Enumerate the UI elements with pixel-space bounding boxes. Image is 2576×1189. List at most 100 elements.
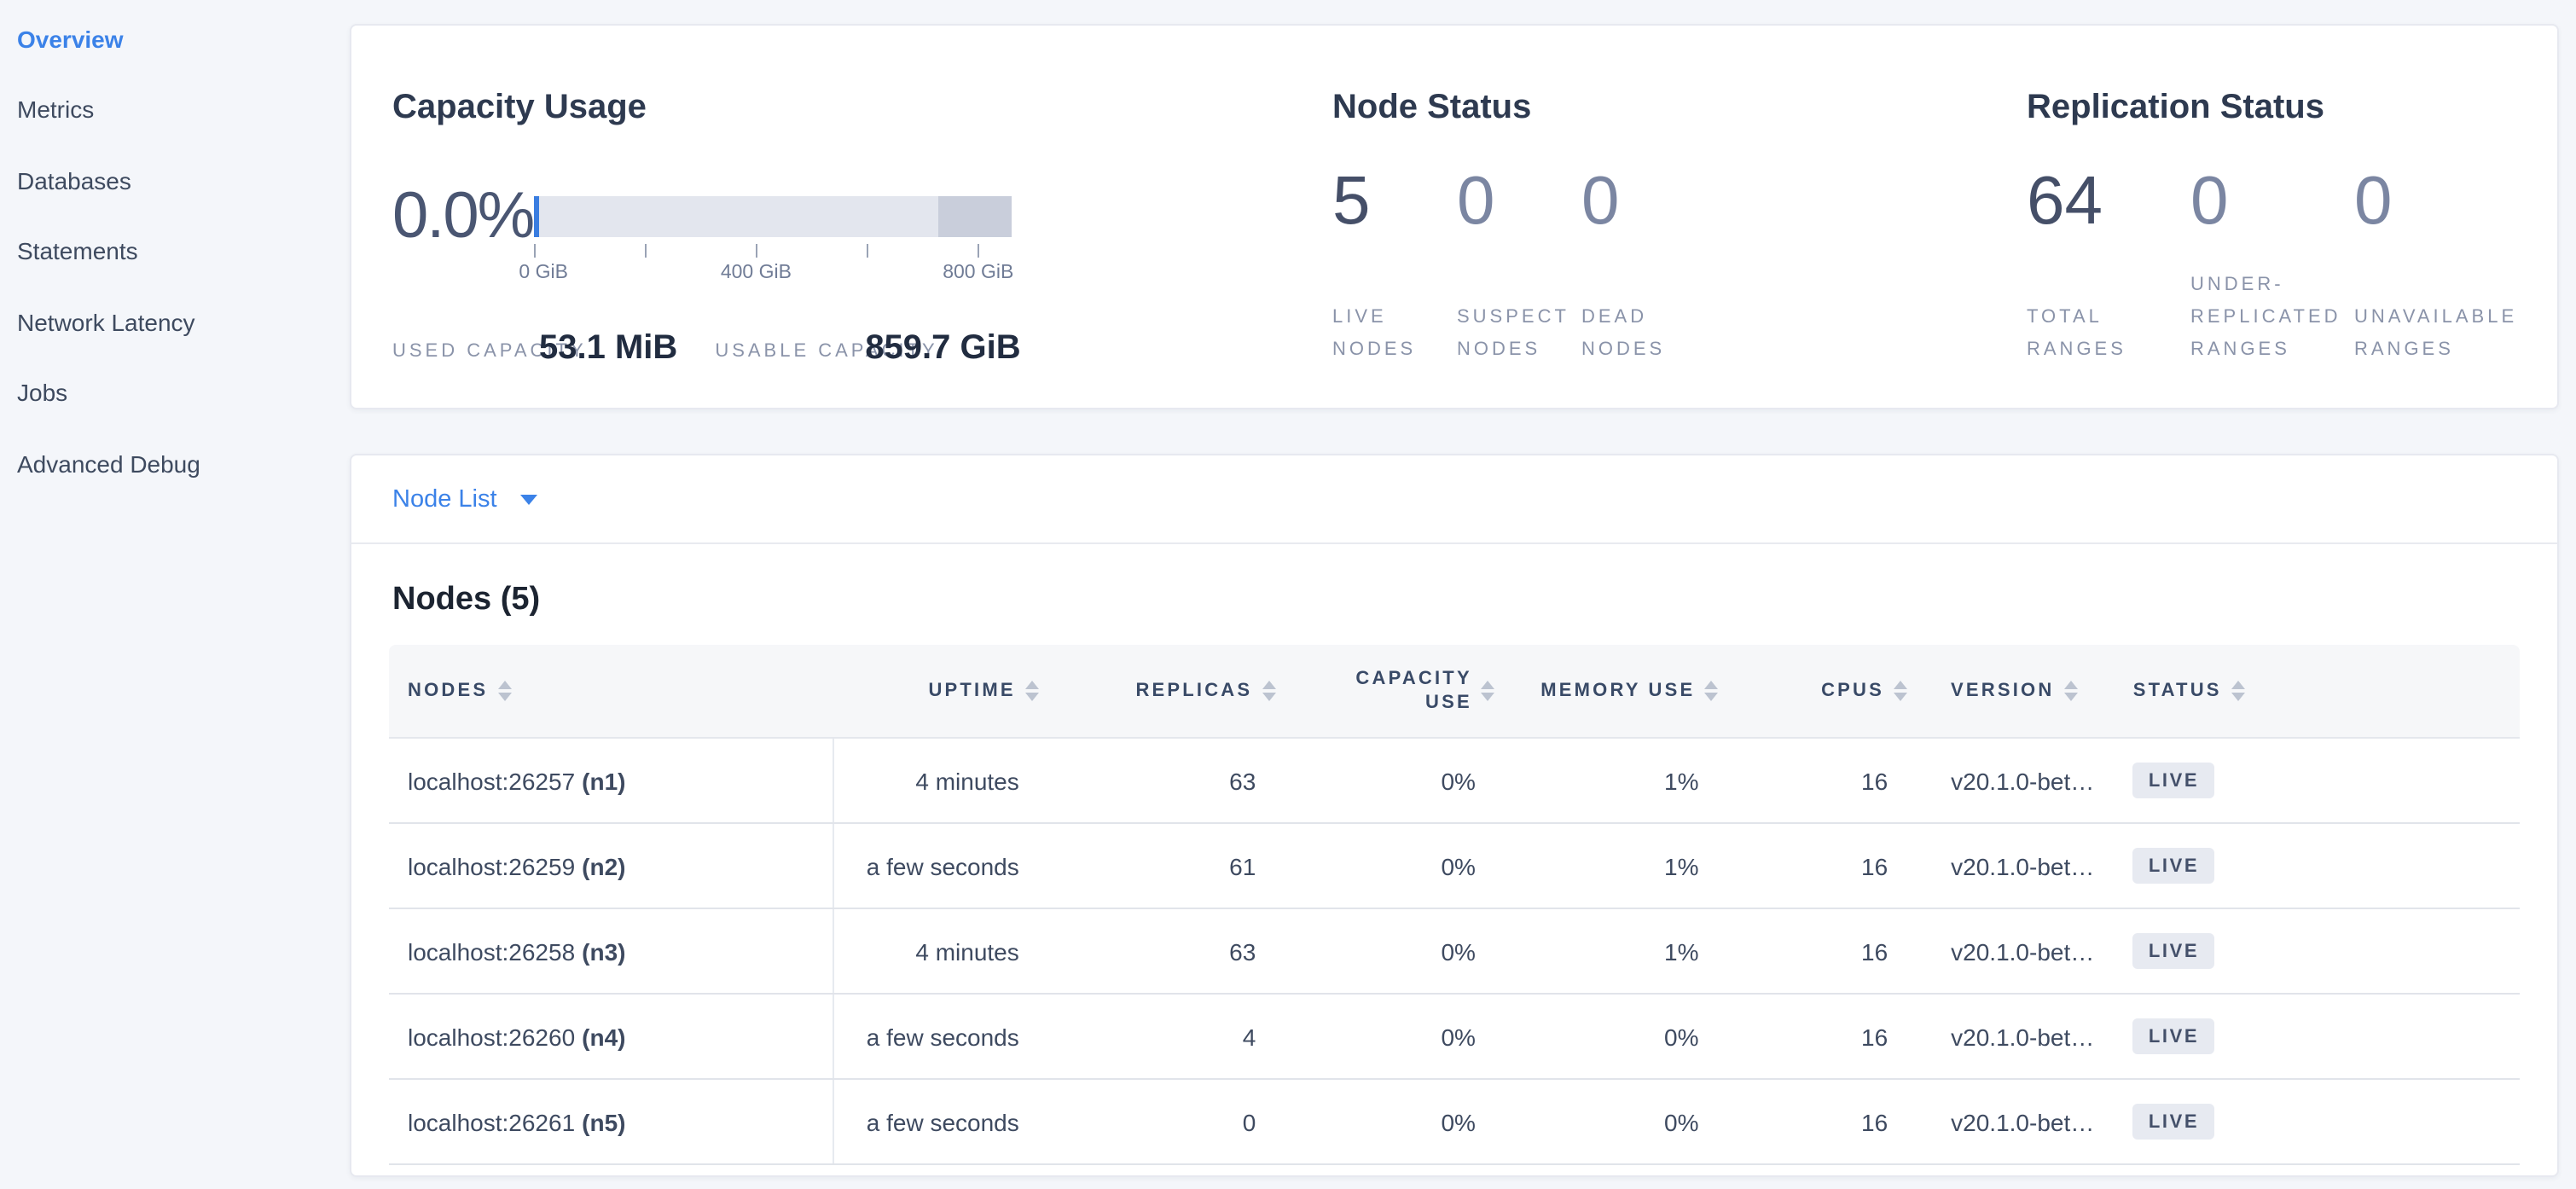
capacity-use-cell: 0% [1276, 909, 1496, 993]
axis-label-400: 400 GiB [721, 263, 792, 283]
replicas-cell: 4 [1040, 995, 1277, 1078]
sidebar-item-jobs[interactable]: Jobs [0, 357, 333, 428]
cpus-cell: 16 [1720, 739, 1909, 822]
live-nodes-stat: 5 LIVE NODES [1332, 165, 1438, 367]
capacity-use-cell: 0% [1276, 1080, 1496, 1163]
memory-use-cell: 1% [1496, 824, 1720, 908]
axis-label-800: 800 GiB [943, 263, 1013, 283]
column-header-replicas[interactable]: REPLICAS [1040, 679, 1277, 703]
status-badge: LIVE [2133, 1104, 2214, 1140]
under-replicated-stat: 0 UNDER-REPLICATED RANGES [2190, 165, 2334, 367]
capacity-details: USED CAPACITY 53.1 MiB USABLE CAPACITY 8… [392, 329, 1021, 368]
dead-nodes-value: 0 [1581, 165, 1687, 237]
memory-use-cell: 1% [1496, 739, 1720, 822]
column-header-cpus[interactable]: CPUS [1719, 679, 1908, 703]
cpus-cell: 16 [1720, 995, 1909, 1078]
total-ranges-stat: 64 TOTAL RANGES [2027, 165, 2170, 367]
cpus-cell: 16 [1720, 824, 1909, 908]
sidebar-item-overview[interactable]: Overview [0, 3, 333, 74]
capacity-use-cell: 0% [1276, 995, 1496, 1078]
suspect-nodes-value: 0 [1457, 165, 1563, 237]
status-cell: LIVE [2115, 824, 2520, 908]
unavailable-ranges-stat: 0 UNAVAILABLE RANGES [2354, 165, 2525, 367]
table-header-row: NODES UPTIME REPLICAS CAPACITY USE MEMOR… [389, 645, 2520, 739]
node-address-cell[interactable]: localhost:26259(n2) [389, 824, 833, 908]
column-header-status[interactable]: STATUS [2115, 679, 2520, 703]
capacity-usage-section: Capacity Usage 0.0% [392, 87, 1297, 254]
cpus-cell: 16 [1720, 909, 1909, 993]
usable-capacity-value: 859.7 GiB [865, 329, 1020, 368]
used-capacity-value: 53.1 MiB [539, 329, 677, 368]
column-header-version[interactable]: VERSION [1908, 679, 2115, 703]
version-cell: v20.1.0-bet… [1908, 909, 2115, 993]
capacity-usage-title: Capacity Usage [392, 87, 1297, 128]
status-cell: LIVE [2115, 995, 2520, 1078]
under-replicated-label: UNDER-REPLICATED RANGES [2190, 270, 2334, 367]
sidebar-item-metrics[interactable]: Metrics [0, 74, 333, 145]
capacity-bar-dark [939, 196, 1012, 237]
version-cell: v20.1.0-bet… [1908, 739, 2115, 822]
replicas-cell: 0 [1040, 1080, 1277, 1163]
cluster-summary-card: Capacity Usage 0.0% [350, 24, 2559, 409]
nodes-table: NODES UPTIME REPLICAS CAPACITY USE MEMOR… [389, 645, 2520, 1165]
replication-status-title: Replication Status [2027, 87, 2538, 128]
cockroachdb-overview-page: Overview Metrics Databases Statements Ne… [0, 0, 2576, 1189]
unavailable-ranges-value: 0 [2354, 165, 2525, 237]
capacity-axis-labels: 0 GiB 400 GiB 800 GiB [534, 263, 1012, 285]
uptime-cell: 4 minutes [833, 739, 1040, 822]
capacity-bar-chart: 0 GiB 400 GiB 800 GiB [534, 196, 1012, 237]
version-cell: v20.1.0-bet… [1908, 995, 2115, 1078]
suspect-nodes-stat: 0 SUSPECT NODES [1457, 165, 1563, 367]
status-cell: LIVE [2115, 1080, 2520, 1163]
replicas-cell: 63 [1040, 739, 1277, 822]
capacity-percent: 0.0% [392, 180, 534, 253]
uptime-cell: a few seconds [833, 1080, 1040, 1163]
table-row-n4[interactable]: localhost:26260(n4) a few seconds 4 0% 0… [389, 995, 2520, 1080]
caret-down-icon [521, 494, 538, 504]
node-status-title: Node Status [1332, 87, 1981, 128]
capacity-bar-used [534, 196, 539, 237]
status-cell: LIVE [2115, 909, 2520, 993]
live-nodes-label: LIVE NODES [1332, 302, 1438, 367]
node-address-cell[interactable]: localhost:26261(n5) [389, 1080, 833, 1163]
node-address-cell[interactable]: localhost:26260(n4) [389, 995, 833, 1078]
memory-use-cell: 0% [1496, 1080, 1720, 1163]
status-badge: LIVE [2133, 933, 2214, 969]
column-header-nodes[interactable]: NODES [389, 679, 833, 703]
used-capacity-label: USED CAPACITY [392, 336, 529, 368]
unavailable-ranges-label: UNAVAILABLE RANGES [2354, 302, 2525, 367]
total-ranges-label: TOTAL RANGES [2027, 302, 2170, 367]
usable-capacity-label: USABLE CAPACITY [715, 336, 855, 368]
sort-icon [2231, 681, 2246, 702]
node-list-dropdown[interactable]: Node List [351, 455, 2557, 544]
uptime-cell: a few seconds [833, 824, 1040, 908]
sidebar-item-network-latency[interactable]: Network Latency [0, 287, 333, 357]
dead-nodes-label: DEAD NODES [1581, 302, 1687, 367]
memory-use-cell: 1% [1496, 909, 1720, 993]
nodes-heading: Nodes (5) [392, 582, 2557, 619]
replicas-cell: 61 [1040, 824, 1277, 908]
suspect-nodes-label: SUSPECT NODES [1457, 302, 1563, 367]
sort-icon [1893, 681, 1908, 702]
sidebar-item-statements[interactable]: Statements [0, 216, 333, 287]
memory-use-cell: 0% [1496, 995, 1720, 1078]
node-address-cell[interactable]: localhost:26257(n1) [389, 739, 833, 822]
usable-capacity: USABLE CAPACITY 859.7 GiB [715, 329, 1020, 368]
table-row-n3[interactable]: localhost:26258(n3) 4 minutes 63 0% 1% 1… [389, 909, 2520, 995]
nodes-body: Nodes (5) NODES UPTIME REPLICAS CAPACITY… [351, 582, 2557, 1165]
sort-icon [2063, 681, 2078, 702]
node-address-cell[interactable]: localhost:26258(n3) [389, 909, 833, 993]
table-row-n1[interactable]: localhost:26257(n1) 4 minutes 63 0% 1% 1… [389, 739, 2520, 824]
sidebar: Overview Metrics Databases Statements Ne… [0, 0, 333, 1189]
status-badge: LIVE [2133, 1018, 2214, 1054]
column-header-capacity-use[interactable]: CAPACITY USE [1276, 667, 1496, 715]
used-capacity: USED CAPACITY 53.1 MiB [392, 329, 677, 368]
status-cell: LIVE [2115, 739, 2520, 822]
table-row-n5[interactable]: localhost:26261(n5) a few seconds 0 0% 0… [389, 1080, 2520, 1165]
column-header-memory-use[interactable]: MEMORY USE [1496, 679, 1720, 703]
column-header-uptime[interactable]: UPTIME [833, 679, 1040, 703]
replicas-cell: 63 [1040, 909, 1277, 993]
sidebar-item-advanced-debug[interactable]: Advanced Debug [0, 428, 333, 499]
table-row-n2[interactable]: localhost:26259(n2) a few seconds 61 0% … [389, 824, 2520, 909]
sidebar-item-databases[interactable]: Databases [0, 145, 333, 216]
